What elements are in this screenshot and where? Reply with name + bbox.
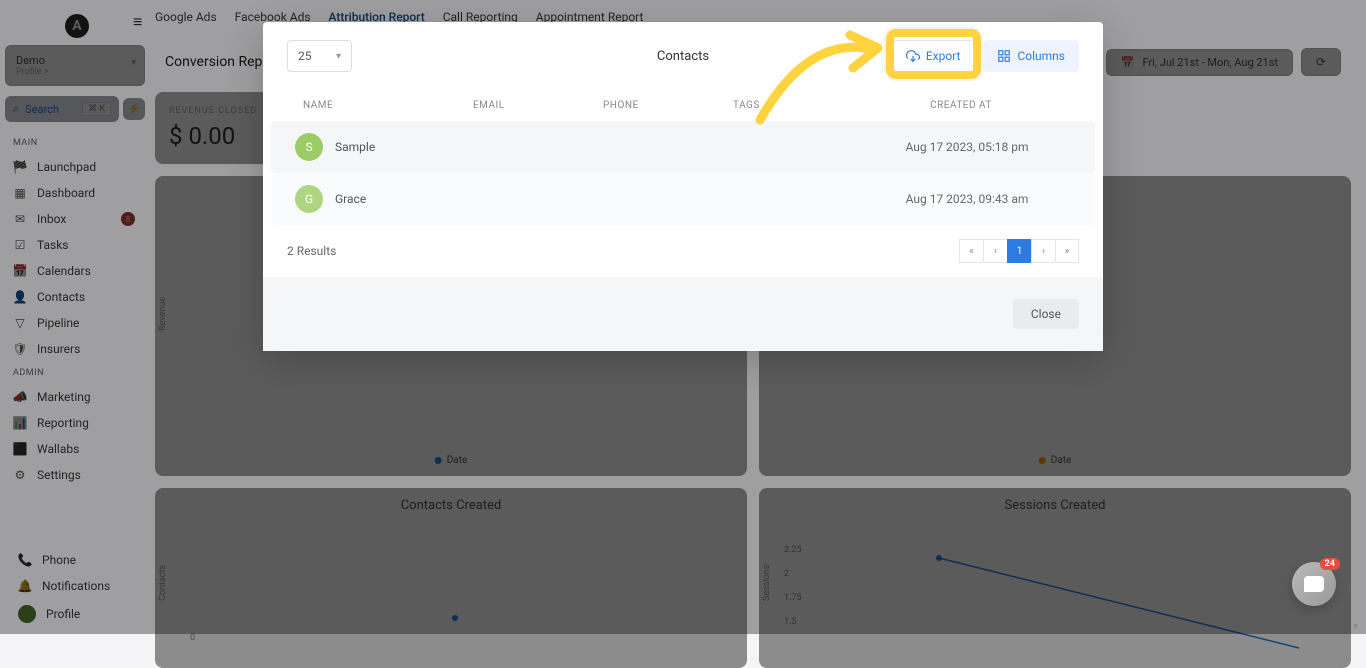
table-body: S Sample Aug 17 2023, 05:18 pm G Grace A… xyxy=(263,121,1103,225)
chat-badge: 24 xyxy=(1320,558,1340,570)
pagination: « ‹ 1 › » xyxy=(959,239,1079,263)
table-header-row: NAME EMAIL PHONE TAGS CREATED AT xyxy=(263,90,1103,121)
page-next[interactable]: › xyxy=(1031,239,1055,263)
columns-label: Columns xyxy=(1017,49,1065,63)
avatar: S xyxy=(295,133,323,161)
col-header-email[interactable]: EMAIL xyxy=(473,100,603,111)
avatar: G xyxy=(295,185,323,213)
chat-button[interactable]: 24 xyxy=(1292,562,1336,606)
columns-button[interactable]: Columns xyxy=(983,40,1079,72)
cell-name: Grace xyxy=(335,192,493,206)
page-prev[interactable]: ‹ xyxy=(983,239,1007,263)
cell-created: Aug 17 2023, 05:18 pm xyxy=(863,140,1071,154)
col-header-name[interactable]: NAME xyxy=(303,100,473,111)
col-header-phone[interactable]: PHONE xyxy=(603,100,733,111)
page-1[interactable]: 1 xyxy=(1007,239,1031,263)
cloud-download-icon xyxy=(906,49,920,63)
table-row[interactable]: S Sample Aug 17 2023, 05:18 pm xyxy=(271,121,1095,173)
export-button[interactable]: Export xyxy=(891,40,976,72)
export-label: Export xyxy=(926,49,961,63)
modal-title: Contacts xyxy=(657,49,709,64)
col-header-tags[interactable]: TAGS xyxy=(733,100,843,111)
table-row[interactable]: G Grace Aug 17 2023, 09:43 am xyxy=(271,173,1095,225)
close-button[interactable]: Close xyxy=(1013,299,1079,329)
page-size-value: 25 xyxy=(298,49,312,63)
contacts-modal: 25 Contacts Export Columns NAME EMAIL PH… xyxy=(263,22,1103,351)
page-size-select[interactable]: 25 xyxy=(287,40,352,72)
page-first[interactable]: « xyxy=(959,239,983,263)
cell-created: Aug 17 2023, 09:43 am xyxy=(863,192,1071,206)
page-last[interactable]: » xyxy=(1055,239,1079,263)
cell-name: Sample xyxy=(335,140,493,154)
scroll-indicator-icon: ▾ xyxy=(1353,622,1358,632)
col-header-created[interactable]: CREATED AT xyxy=(843,100,1079,111)
columns-icon xyxy=(997,49,1011,63)
results-count: 2 Results xyxy=(287,244,336,258)
chart-tick: 0 xyxy=(190,633,195,643)
